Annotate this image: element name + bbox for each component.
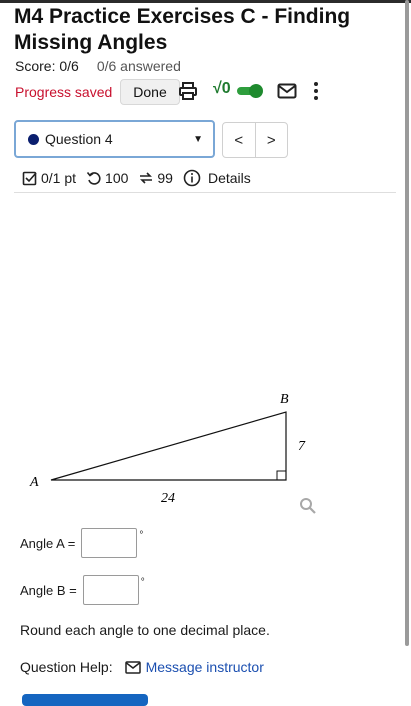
score-row: Score: 0/6 0/6 answered bbox=[15, 58, 181, 74]
checkbox-pencil-icon bbox=[22, 171, 37, 186]
angle-a-label: Angle A = bbox=[20, 535, 76, 551]
page-title: M4 Practice Exercises C - Finding Missin… bbox=[14, 5, 351, 54]
retry-arrows-icon bbox=[140, 172, 153, 184]
info-icon[interactable] bbox=[183, 169, 201, 187]
next-question-button[interactable]: > bbox=[256, 123, 288, 157]
math-input-icon[interactable]: √0 bbox=[213, 80, 231, 98]
angle-b-input[interactable] bbox=[82, 575, 139, 605]
angle-a-row: Angle A = ° bbox=[20, 528, 143, 558]
question-nav-group: < > bbox=[222, 122, 288, 158]
retries-count: 99 bbox=[157, 170, 173, 186]
caret-down-icon: ▼ bbox=[193, 133, 203, 145]
mail-icon bbox=[124, 660, 141, 674]
degree-symbol: ° bbox=[140, 577, 145, 588]
attempts-count: 100 bbox=[105, 170, 129, 186]
degree-symbol: ° bbox=[139, 530, 144, 541]
question-help-label: Question Help: bbox=[20, 659, 113, 675]
previous-question-button[interactable]: < bbox=[223, 123, 256, 157]
vertex-b-label: B bbox=[280, 392, 289, 407]
top-border bbox=[0, 0, 411, 3]
rounding-instruction: Round each angle to one decimal place. bbox=[20, 622, 270, 638]
right-triangle-figure: A B 7 24 bbox=[29, 392, 306, 506]
message-instructor-link[interactable]: Message instructor bbox=[124, 659, 264, 675]
mail-icon[interactable] bbox=[277, 83, 297, 99]
question-select[interactable]: Question 4 ▼ bbox=[14, 120, 215, 158]
side-base-label: 24 bbox=[161, 491, 175, 506]
save-row: Progress saved Done bbox=[15, 78, 180, 106]
question-help-row: Question Help: Message instructor bbox=[20, 659, 264, 675]
answered-count: 0/6 answered bbox=[96, 58, 181, 74]
kebab-menu-icon[interactable] bbox=[312, 81, 320, 101]
angle-b-label: Angle B = bbox=[20, 582, 77, 598]
done-button[interactable]: Done bbox=[120, 79, 180, 105]
angle-a-input[interactable] bbox=[81, 528, 138, 558]
question-status-dot bbox=[28, 133, 39, 145]
scrollbar[interactable] bbox=[405, 0, 409, 646]
details-link[interactable]: Details bbox=[208, 170, 251, 186]
printer-icon[interactable] bbox=[178, 81, 198, 101]
angle-b-row: Angle B = ° bbox=[20, 575, 145, 605]
side-vertical-label: 7 bbox=[298, 439, 306, 454]
question-stats-row: 0/1 pt 100 99 Details bbox=[22, 168, 251, 188]
toggle-knob bbox=[249, 84, 263, 98]
math-toggle-switch[interactable] bbox=[237, 84, 263, 98]
score-text: Score: 0/6 bbox=[15, 58, 79, 74]
triangle-shape bbox=[50, 411, 287, 481]
right-angle-marker bbox=[276, 470, 286, 480]
progress-saved-status: Progress saved bbox=[15, 84, 113, 100]
undo-attempts-icon bbox=[86, 171, 101, 185]
submit-button[interactable] bbox=[22, 694, 148, 706]
points-text: 0/1 pt bbox=[41, 170, 77, 186]
magnify-icon[interactable] bbox=[299, 497, 317, 515]
message-instructor-label[interactable]: Message instructor bbox=[146, 659, 264, 675]
vertex-a-label: A bbox=[29, 475, 39, 490]
question-select-label: Question 4 bbox=[45, 131, 113, 147]
section-divider bbox=[14, 192, 396, 193]
